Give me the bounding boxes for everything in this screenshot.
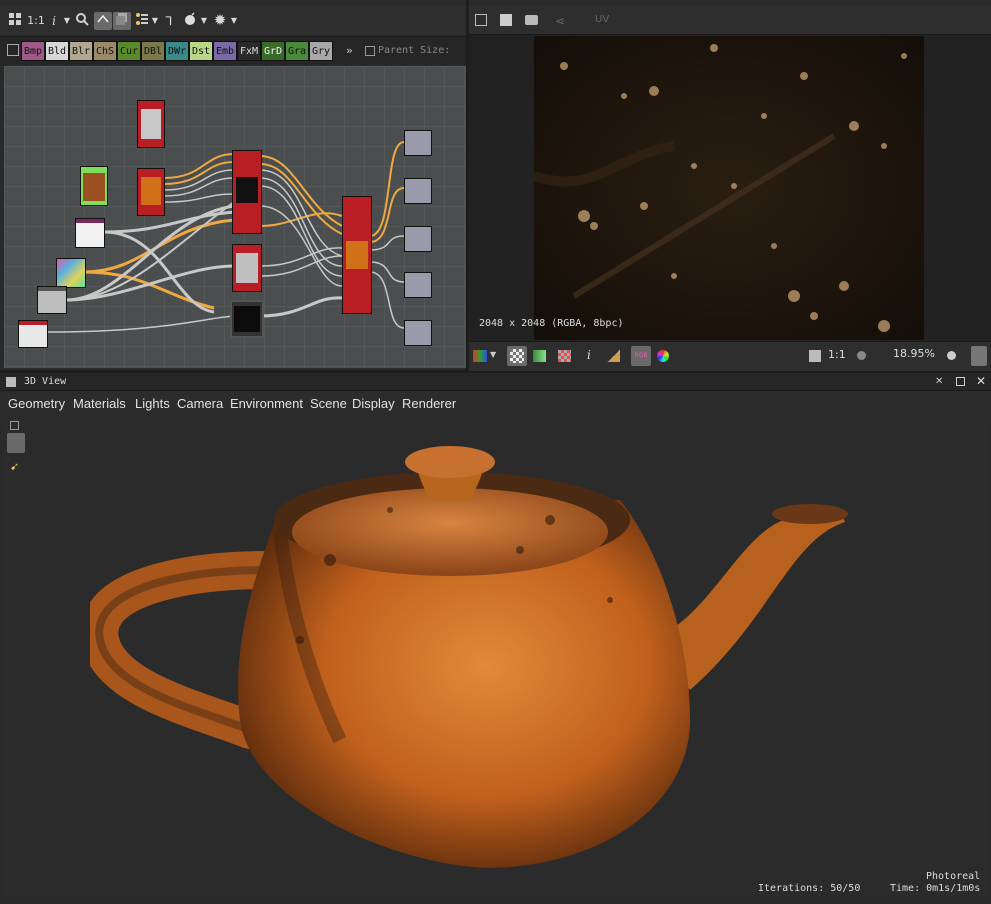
filter-chip-gry[interactable]: Gry [309, 41, 333, 61]
filter-chip-grd[interactable]: GrD [261, 41, 285, 61]
view3d-title: 3D View [24, 376, 67, 387]
gradient-icon[interactable] [533, 350, 546, 362]
info-icon[interactable]: i [587, 348, 591, 362]
lock-icon[interactable] [971, 346, 987, 366]
filter-chip-dwr[interactable]: DWr [165, 41, 189, 61]
menu-renderer[interactable]: Renderer [402, 396, 456, 411]
external-link-icon[interactable] [10, 421, 19, 430]
time-label: Time: 0m1s/1m0s [890, 883, 981, 894]
output-node[interactable] [404, 130, 432, 156]
dropdown-arrow-icon[interactable]: ▼ [62, 12, 72, 30]
info-button[interactable]: i [48, 12, 60, 30]
zoom-value[interactable]: 18.95% [871, 347, 935, 360]
texture-image [534, 36, 924, 340]
color-channel-icon[interactable] [473, 350, 487, 362]
filter-chip-dst[interactable]: Dst [189, 41, 213, 61]
fit-icon[interactable] [809, 350, 821, 362]
bomb-icon[interactable] [182, 12, 198, 30]
graph-node[interactable] [232, 150, 262, 234]
orbit-tool-icon[interactable] [7, 433, 25, 453]
graph-node[interactable] [56, 258, 86, 288]
menu-lights[interactable]: Lights [135, 396, 170, 411]
menu-display[interactable]: Display [352, 396, 395, 411]
save-icon[interactable] [475, 14, 487, 26]
pin-icon[interactable]: ✕ [935, 376, 943, 387]
render-mode-label: Photoreal [926, 871, 981, 882]
menu-scene[interactable]: Scene [310, 396, 347, 411]
graph-node[interactable] [230, 300, 264, 338]
menu-environment[interactable]: Environment [230, 396, 303, 411]
parent-size-icon[interactable] [365, 46, 375, 56]
graph-node[interactable] [232, 244, 262, 292]
close-icon[interactable]: ✕ [976, 374, 986, 388]
filter-chip-cur[interactable]: Cur [117, 41, 141, 61]
filter-chip-bld[interactable]: Bld [45, 41, 69, 61]
menu-materials[interactable]: Materials [73, 396, 126, 411]
image-panel: ⋖ UV 2048 x 2048 (RGBA, 8bpc) ▼ i RGB 1:… [469, 0, 991, 372]
filter-chip-bmp[interactable]: Bmp [21, 41, 45, 61]
restore-icon[interactable] [956, 377, 965, 386]
select-tool-icon[interactable]: ➹ [10, 460, 19, 473]
menu-geometry[interactable]: Geometry [8, 396, 65, 411]
graph-canvas[interactable] [4, 66, 466, 368]
graph-toolbar: 1:1 i ▼ ▼ ⅂ ▼ ✹ ▼ [0, 6, 466, 37]
filter-chip-blr[interactable]: Blr [69, 41, 93, 61]
fit-view-icon[interactable] [6, 12, 24, 30]
histogram-icon[interactable] [607, 350, 620, 362]
filter-chip-fxm[interactable]: FxM [237, 41, 261, 61]
menu-camera[interactable]: Camera [177, 396, 223, 411]
graph-node[interactable] [37, 286, 67, 314]
dropdown-arrow-icon[interactable]: ▼ [150, 12, 160, 30]
view3d-titlebar [0, 373, 991, 391]
teapot-render [90, 446, 848, 868]
output-node[interactable] [404, 226, 432, 252]
rgb-button[interactable]: RGB [631, 346, 651, 366]
graph-node[interactable] [80, 166, 108, 206]
zoom-out-icon[interactable] [857, 351, 866, 360]
search-icon[interactable] [74, 12, 90, 30]
dropdown-arrow-icon[interactable]: ▼ [199, 12, 209, 30]
camera-icon[interactable] [525, 15, 538, 25]
parent-size-label: Parent Size: [378, 45, 451, 56]
share-icon[interactable]: ⋖ [555, 14, 565, 28]
cube-icon [6, 377, 16, 387]
dropdown-arrow-icon[interactable]: ▼ [229, 12, 239, 30]
image-bottom-toolbar: ▼ i RGB 1:1 18.95% [469, 341, 991, 372]
filter-chip-dbl[interactable]: DBl [141, 41, 165, 61]
filter-more-button[interactable]: » [346, 44, 353, 57]
graph-node[interactable] [18, 320, 48, 348]
tile-icon[interactable] [558, 350, 571, 362]
image-info-label: 2048 x 2048 (RGBA, 8bpc) [479, 318, 624, 329]
output-node[interactable] [404, 320, 432, 346]
external-link-icon[interactable] [7, 44, 19, 56]
output-node[interactable] [404, 272, 432, 298]
output-node[interactable] [404, 178, 432, 204]
filter-chip-gra[interactable]: Gra [285, 41, 309, 61]
align-icon[interactable] [134, 12, 150, 30]
graph-node[interactable] [137, 100, 165, 148]
graph-node[interactable] [137, 168, 165, 216]
connect-icon[interactable] [94, 12, 112, 30]
graph-panel: 1:1 i ▼ ▼ ⅂ ▼ ✹ ▼ Bmp Bld Blr ChS Cur DB… [0, 0, 466, 370]
zoom-in-icon[interactable] [947, 351, 956, 360]
graph-node[interactable] [342, 196, 372, 314]
uv-dropdown[interactable]: UV [595, 14, 609, 25]
iterations-label: Iterations: 50/50 [758, 883, 861, 894]
gear-icon[interactable]: ✹ [212, 11, 228, 29]
frame-icon[interactable] [113, 12, 131, 30]
dropdown-arrow-icon[interactable]: ▼ [490, 350, 496, 359]
zoom-1to1-button[interactable]: 1:1 [26, 12, 46, 30]
image-toolbar: ⋖ UV [469, 6, 991, 35]
color-wheel-icon[interactable] [657, 350, 669, 362]
ratio-button[interactable]: 1:1 [828, 348, 846, 361]
filter-chip-emb[interactable]: Emb [213, 41, 237, 61]
graph-node[interactable] [75, 218, 105, 248]
link-icon[interactable]: ⅂ [162, 12, 176, 30]
alpha-checker-icon[interactable] [507, 346, 527, 366]
edit-icon[interactable] [500, 14, 512, 26]
filter-chip-chs[interactable]: ChS [93, 41, 117, 61]
